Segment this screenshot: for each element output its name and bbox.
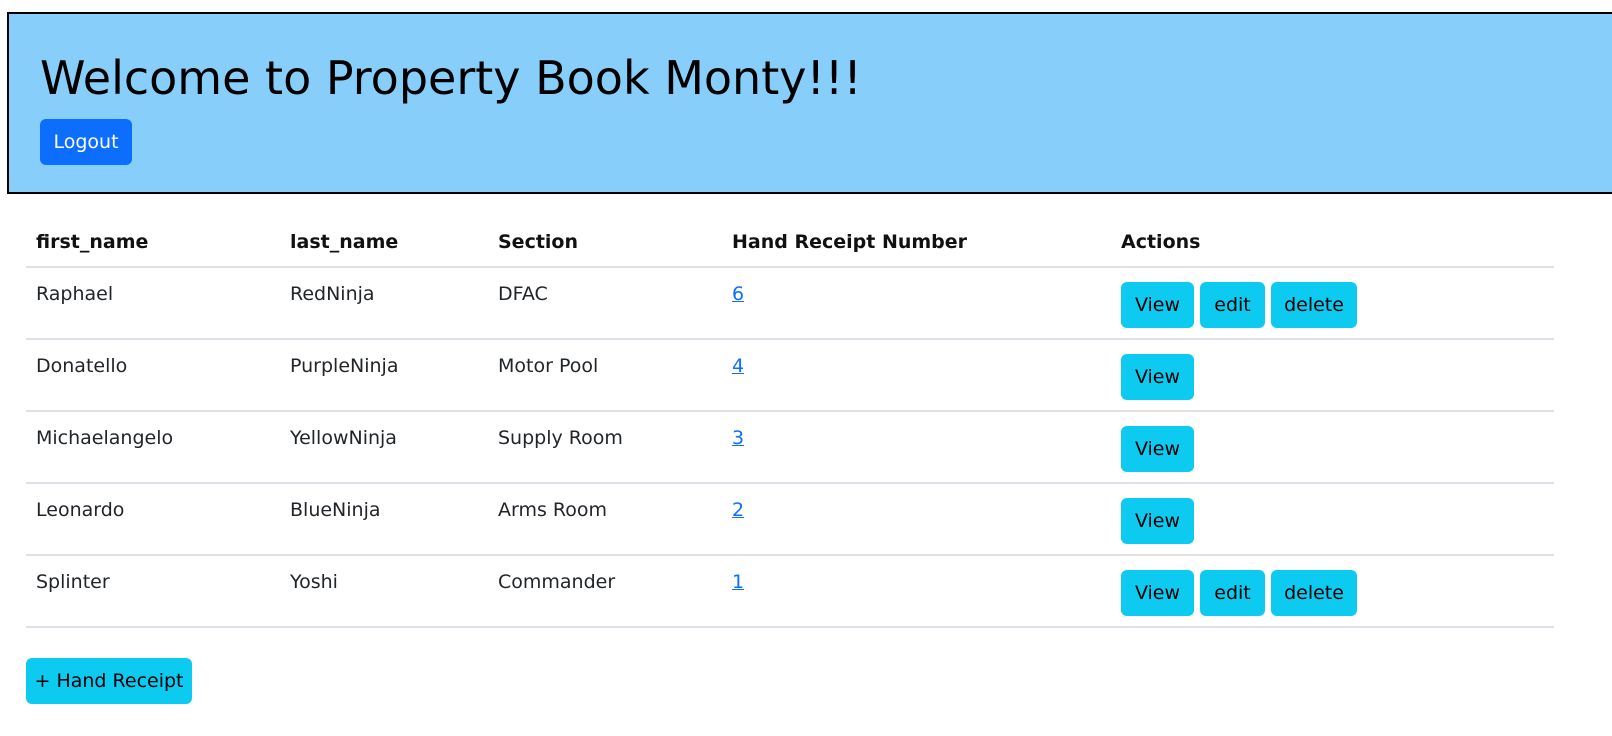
column-header-first-name: first_name [26,218,280,268]
row-actions: View [1121,340,1544,400]
cell-last-name: PurpleNinja [280,339,488,412]
section: Commander [498,571,616,593]
last-name: Yoshi [290,571,338,593]
cell-first-name: Splinter [26,555,280,628]
cell-hand-receipt-number: 4 [722,339,1111,412]
cell-first-name: Leonardo [26,483,280,556]
row-actions: View edit delete [1121,556,1544,616]
cell-last-name: YellowNinja [280,411,488,484]
table-row: Raphael RedNinja DFAC 6 View edit delete [26,267,1554,340]
logout-button[interactable]: Logout [40,119,132,165]
table-header-row: first_name last_name Section Hand Receip… [26,218,1554,268]
welcome-banner: Welcome to Property Book Monty!!! Logout [7,12,1612,194]
first-name: Raphael [36,283,114,305]
row-actions: View [1121,484,1544,544]
column-header-hand-receipt-number: Hand Receipt Number [722,218,1111,268]
table-row: Leonardo BlueNinja Arms Room 2 View [26,483,1554,556]
hand-receipt-table: first_name last_name Section Hand Receip… [26,218,1554,628]
cell-last-name: BlueNinja [280,483,488,556]
hand-receipt-link[interactable]: 1 [732,556,744,593]
delete-button[interactable]: delete [1271,282,1357,328]
last-name: PurpleNinja [290,355,399,377]
row-actions: View [1121,412,1544,472]
cell-hand-receipt-number: 2 [722,483,1111,556]
first-name: Splinter [36,571,110,593]
cell-actions: View edit delete [1111,267,1554,340]
cell-hand-receipt-number: 1 [722,555,1111,628]
view-button[interactable]: View [1121,354,1194,400]
first-name: Leonardo [36,499,125,521]
column-header-last-name: last_name [280,218,488,268]
table-row: Splinter Yoshi Commander 1 View edit del… [26,555,1554,628]
last-name: BlueNinja [290,499,381,521]
cell-last-name: Yoshi [280,555,488,628]
table-row: Donatello PurpleNinja Motor Pool 4 View [26,339,1554,412]
column-header-actions: Actions [1111,218,1554,268]
first-name: Michaelangelo [36,427,174,449]
section: Supply Room [498,427,623,449]
add-hand-receipt-button[interactable]: + Hand Receipt [26,658,192,704]
cell-section: Supply Room [488,411,722,484]
section: Arms Room [498,499,608,521]
view-button[interactable]: View [1121,570,1194,616]
cell-section: Arms Room [488,483,722,556]
cell-section: Motor Pool [488,339,722,412]
first-name: Donatello [36,355,128,377]
cell-actions: View edit delete [1111,555,1554,628]
row-actions: View edit delete [1121,268,1544,328]
edit-button[interactable]: edit [1200,282,1265,328]
cell-hand-receipt-number: 6 [722,267,1111,340]
section: Motor Pool [498,355,599,377]
hand-receipt-link[interactable]: 4 [732,340,744,377]
cell-first-name: Michaelangelo [26,411,280,484]
hand-receipt-link[interactable]: 2 [732,484,744,521]
view-button[interactable]: View [1121,282,1194,328]
hand-receipt-link[interactable]: 3 [732,412,744,449]
table-row: Michaelangelo YellowNinja Supply Room 3 … [26,411,1554,484]
page-title: Welcome to Property Book Monty!!! [40,51,862,105]
cell-first-name: Donatello [26,339,280,412]
cell-section: DFAC [488,267,722,340]
cell-actions: View [1111,483,1554,556]
delete-button[interactable]: delete [1271,570,1357,616]
cell-hand-receipt-number: 3 [722,411,1111,484]
cell-actions: View [1111,411,1554,484]
hand-receipt-link[interactable]: 6 [732,268,744,305]
last-name: RedNinja [290,283,375,305]
view-button[interactable]: View [1121,426,1194,472]
edit-button[interactable]: edit [1200,570,1265,616]
cell-actions: View [1111,339,1554,412]
cell-last-name: RedNinja [280,267,488,340]
section: DFAC [498,283,548,305]
column-header-section: Section [488,218,722,268]
cell-first-name: Raphael [26,267,280,340]
last-name: YellowNinja [290,427,397,449]
cell-section: Commander [488,555,722,628]
view-button[interactable]: View [1121,498,1194,544]
